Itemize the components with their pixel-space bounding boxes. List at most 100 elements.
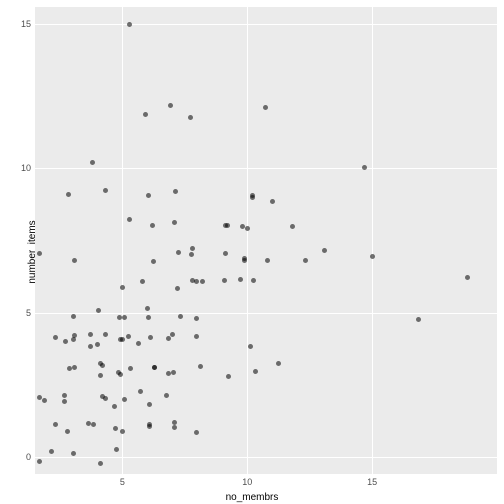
data-point [240,224,245,229]
data-point [222,278,227,283]
data-point [72,365,77,370]
data-point [71,451,76,456]
data-point [62,393,67,398]
data-point [253,369,258,374]
x-tick-label: 5 [120,477,125,487]
data-point [465,275,470,280]
data-point [248,344,253,349]
y-tick-label: 5 [17,308,31,318]
data-point [72,258,77,263]
data-point [98,361,103,366]
y-tick-label: 0 [17,452,31,462]
data-point [62,399,67,404]
data-point [175,286,180,291]
data-point [143,112,148,117]
grid-line-horizontal [35,24,497,25]
data-point [95,342,100,347]
data-point [172,425,177,430]
data-point [290,224,295,229]
data-point [166,371,171,376]
data-point [145,306,150,311]
data-point [113,426,118,431]
data-point [63,339,68,344]
data-point [147,424,152,429]
data-point [37,251,42,256]
data-point [66,192,71,197]
data-point [152,365,157,370]
data-point [65,429,70,434]
data-point [116,370,121,375]
data-point [322,248,327,253]
data-point [86,421,91,426]
data-point [53,335,58,340]
data-point [194,279,199,284]
data-point [176,250,181,255]
data-point [238,277,243,282]
data-point [276,361,281,366]
grid-line-vertical [122,7,123,474]
data-point [172,220,177,225]
x-tick-label: 15 [367,477,377,487]
data-point [194,430,199,435]
plot-panel [35,7,497,474]
data-point [71,337,76,342]
data-point [172,420,177,425]
scatter-chart: number_items no_membrs 51015051015 [0,0,504,504]
data-point [303,258,308,263]
data-point [37,459,42,464]
data-point [166,336,171,341]
data-point [164,393,169,398]
data-point [42,398,47,403]
data-point [127,217,132,222]
y-tick-label: 10 [17,163,31,173]
data-point [242,258,247,263]
data-point [112,404,117,409]
data-point [72,333,77,338]
data-point [88,332,93,337]
grid-line-vertical [372,7,373,474]
data-point [265,258,270,263]
data-point [263,105,268,110]
data-point [100,363,105,368]
data-point [170,332,175,337]
data-point [148,335,153,340]
y-tick-label: 15 [17,19,31,29]
data-point [152,365,157,370]
data-point [103,188,108,193]
data-point [146,193,151,198]
grid-line-horizontal [35,313,497,314]
data-point [114,447,119,452]
data-point [168,103,173,108]
data-point [223,223,228,228]
grid-line-horizontal [35,457,497,458]
data-point [178,314,183,319]
data-point [223,251,228,256]
x-axis-label: no_membrs [226,492,279,503]
data-point [188,115,193,120]
data-point [225,223,230,228]
data-point [126,334,131,339]
data-point [189,252,194,257]
data-point [151,259,156,264]
data-point [88,344,93,349]
data-point [53,422,58,427]
data-point [98,461,103,466]
data-point [171,370,176,375]
data-point [194,316,199,321]
data-point [147,422,152,427]
data-point [198,364,203,369]
data-point [194,334,199,339]
data-point [416,317,421,322]
data-point [173,189,178,194]
data-point [140,279,145,284]
x-tick-label: 10 [242,477,252,487]
data-point [270,199,275,204]
data-point [190,246,195,251]
data-point [250,195,255,200]
data-point [90,160,95,165]
data-point [91,422,96,427]
data-point [138,389,143,394]
data-point [103,332,108,337]
data-point [146,315,151,320]
data-point [103,396,108,401]
